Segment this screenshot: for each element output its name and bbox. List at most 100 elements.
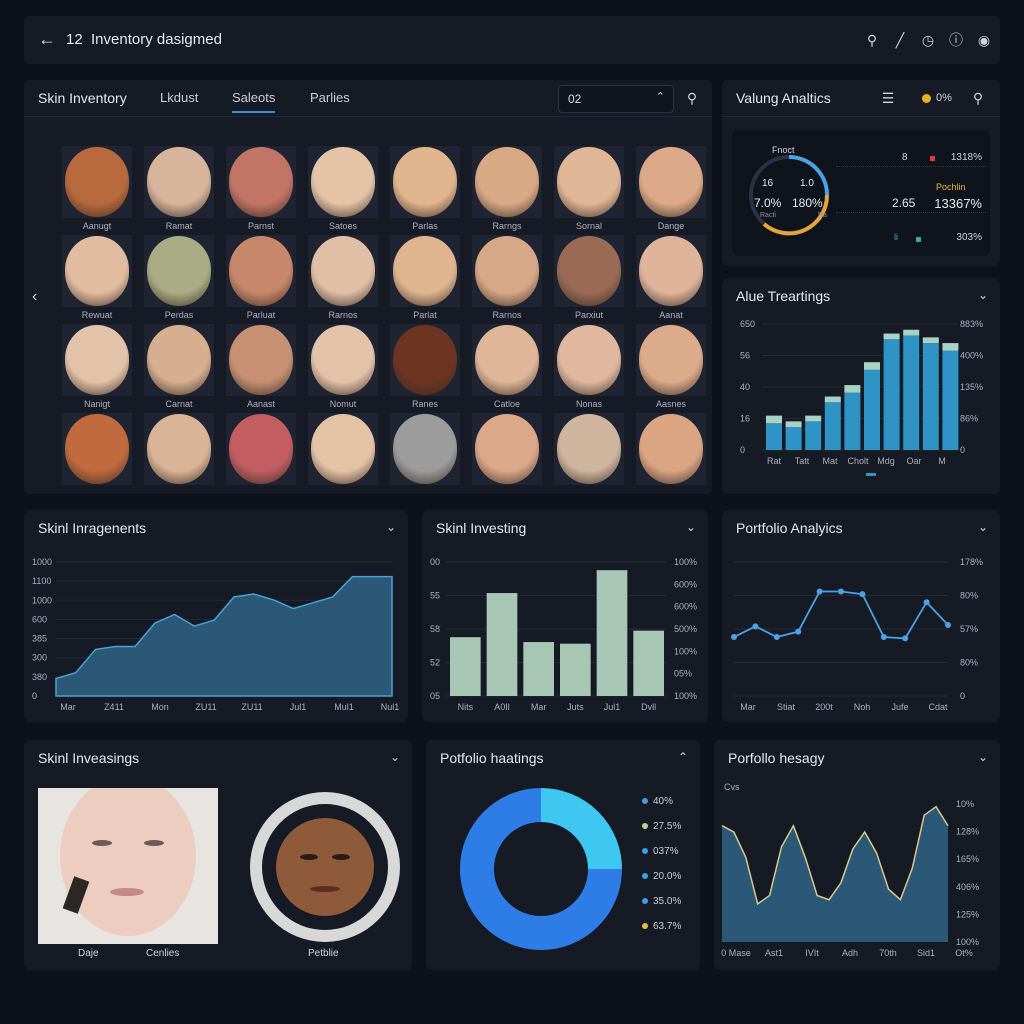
face-tile[interactable]	[144, 146, 214, 218]
tab-parlies[interactable]: Parlies	[310, 90, 350, 105]
legend-label: 20.0%	[653, 871, 682, 882]
back-arrow-icon[interactable]: ←	[38, 29, 56, 50]
list-icon[interactable]: ☰	[880, 90, 896, 106]
face-tile[interactable]	[636, 324, 706, 396]
face-tile[interactable]	[390, 324, 460, 396]
y-tick-right: 600%	[674, 579, 697, 589]
alue-bar-chart: 650 56 40 16 0 883% 400% 135% 86% 0 Rat Tatt Mat Chol…	[740, 319, 983, 476]
gauge-ring	[749, 155, 830, 236]
x-tick: Jul1	[290, 702, 307, 712]
x-tick: Juts	[567, 702, 584, 712]
user-icon[interactable]: ⚲	[970, 90, 986, 106]
face-tile[interactable]	[144, 235, 214, 307]
bar	[523, 642, 554, 696]
face-tile[interactable]	[554, 413, 624, 485]
info-icon[interactable]: ⓘ	[948, 32, 964, 48]
face-label: Perdas	[164, 310, 194, 320]
face-thumbnail	[65, 147, 129, 217]
search-icon[interactable]: ⚲	[864, 32, 880, 48]
face-tile[interactable]	[472, 146, 542, 218]
y-tick: 380	[32, 672, 47, 682]
legend-label: 35.0%	[653, 896, 682, 907]
alue-title: Alue Treartings	[736, 288, 831, 304]
face-label: Catloe	[493, 399, 520, 409]
prev-arrow-icon[interactable]: ‹	[32, 288, 37, 306]
legend-dot	[642, 923, 648, 930]
bar-cap	[903, 329, 920, 336]
portfolio-holdings-panel: Potfolio haatings ⌃ 40% 27.5% 037% 20.0% 35.…	[426, 740, 700, 970]
face-tile[interactable]	[472, 235, 542, 307]
face-tile[interactable]	[144, 324, 214, 396]
x-tick: Mar	[531, 702, 547, 712]
face-label: Aanat	[659, 310, 683, 320]
face-tile[interactable]	[472, 324, 542, 396]
face-tile[interactable]	[636, 235, 706, 307]
legend-label: 63.7%	[653, 921, 682, 932]
chevron-down-icon[interactable]: ⌄	[978, 520, 988, 534]
chevron-down-icon[interactable]: ⌄	[686, 520, 696, 534]
face-tile[interactable]	[226, 146, 296, 218]
face-tile[interactable]	[472, 413, 542, 485]
face-thumbnail	[311, 147, 375, 217]
face-tile[interactable]	[62, 324, 132, 396]
face-tile[interactable]	[62, 413, 132, 485]
x-tick: Rat	[767, 456, 782, 466]
gauge-right-top: 1.0	[800, 178, 814, 189]
y-tick-left: 05	[430, 691, 440, 701]
face-tile[interactable]	[226, 324, 296, 396]
face-label: Nonas	[575, 399, 602, 409]
face-tile[interactable]	[308, 235, 378, 307]
search-input[interactable]: 02 ⌃	[558, 85, 674, 113]
search-value: 02	[568, 92, 582, 106]
bar	[450, 637, 481, 696]
face-tile[interactable]	[554, 146, 624, 218]
search-icon[interactable]: ⚲	[684, 90, 700, 106]
portfolio-line-chart: 178% 80% 57% 80% 0 Mar Stiat 200t Noh Jufe Cdat	[731, 557, 983, 712]
tab-saleots[interactable]: Saleots	[232, 90, 276, 113]
y-tick: 300	[32, 653, 47, 663]
face-tile[interactable]	[636, 146, 706, 218]
face-label: Ramat	[165, 221, 193, 231]
legend-label: 037%	[653, 846, 679, 857]
face-tile[interactable]	[144, 413, 214, 485]
face-tile[interactable]	[62, 146, 132, 218]
face-tile[interactable]	[308, 413, 378, 485]
face-tile[interactable]	[554, 235, 624, 307]
donut-slice	[540, 788, 622, 870]
settings-icon[interactable]: ◉	[976, 32, 992, 48]
face-tile[interactable]	[62, 235, 132, 307]
chevron-down-icon[interactable]: ⌄	[978, 288, 988, 302]
clock-icon[interactable]: ◷	[920, 32, 936, 48]
line-point	[945, 621, 951, 628]
line-point	[752, 623, 759, 630]
face-tile[interactable]	[390, 235, 460, 307]
face-tile[interactable]	[554, 324, 624, 396]
y-tick: 0	[32, 691, 37, 701]
y-tick-right: 100%	[674, 557, 697, 567]
chevron-up-icon[interactable]: ⌃	[678, 750, 688, 764]
line-point	[731, 634, 737, 641]
chevron-down-icon[interactable]: ⌄	[978, 750, 988, 764]
chevron-down-icon[interactable]: ⌄	[386, 520, 396, 534]
chevron-down-icon[interactable]: ⌄	[390, 750, 400, 764]
tab-lkdust[interactable]: Lkdust	[160, 90, 198, 105]
line-point	[859, 591, 866, 598]
x-tick: M	[938, 456, 946, 466]
metric-label: Pochlin	[936, 182, 966, 192]
face-tile[interactable]	[226, 413, 296, 485]
legend-item: 037%	[642, 846, 679, 857]
bar	[805, 421, 822, 450]
face-tile[interactable]	[308, 146, 378, 218]
chevron-up-icon[interactable]: ⌃	[656, 90, 665, 103]
valuing-inner-card: Fnoct 16 1.0 7.0% 180% Racti Ra 8 1318% …	[732, 130, 990, 256]
face-tile[interactable]	[636, 413, 706, 485]
face-tile[interactable]	[390, 413, 460, 485]
y-tick: 0	[960, 691, 965, 701]
face-tile[interactable]	[308, 324, 378, 396]
bar-cap	[824, 396, 841, 403]
x-tick: Noh	[854, 702, 871, 712]
edit-icon[interactable]: ╱	[892, 32, 908, 48]
face-thumbnail	[393, 236, 457, 306]
face-tile[interactable]	[390, 146, 460, 218]
face-tile[interactable]	[226, 235, 296, 307]
